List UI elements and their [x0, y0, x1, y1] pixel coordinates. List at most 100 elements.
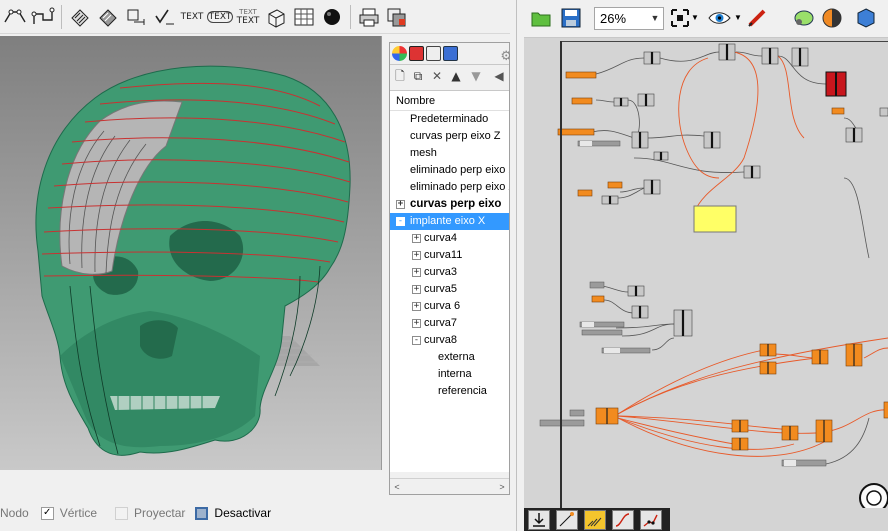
panel-tabs: ⚙ — [390, 43, 512, 65]
bake-icon[interactable] — [792, 7, 814, 29]
layer-name: implante eixo X — [410, 215, 486, 227]
osnap-vertice-checkbox[interactable]: ✓ — [40, 506, 54, 520]
more-tools-icon[interactable]: ◀ — [492, 69, 506, 83]
osnap-desactivar-label[interactable]: Desactivar — [214, 506, 271, 520]
wire-curve-icon[interactable] — [612, 510, 634, 530]
layer-row[interactable]: + curva7 — [390, 315, 509, 332]
help-tab-icon[interactable] — [443, 46, 458, 61]
hatch-icon[interactable] — [67, 4, 93, 30]
curve-from-point-icon[interactable] — [2, 4, 28, 30]
grasshopper-canvas[interactable] — [524, 38, 888, 508]
save-file-icon[interactable] — [560, 7, 582, 29]
collapse-icon[interactable]: - — [412, 336, 421, 345]
layer-row[interactable]: + curva 6 — [390, 298, 509, 315]
osnap-proyectar-label[interactable]: Proyectar — [134, 506, 185, 520]
osnap-desactivar-checkbox[interactable] — [195, 506, 209, 520]
expand-icon[interactable]: + — [412, 302, 421, 311]
hatch-pattern-icon[interactable] — [95, 4, 121, 30]
zoom-extents-dropdown-icon[interactable]: ▼ — [691, 7, 701, 29]
layer-name: Predeterminado — [410, 113, 489, 125]
layer-column-header[interactable]: Nombre — [390, 91, 509, 111]
layer-name: interna — [438, 368, 472, 380]
wire-polyline-icon[interactable] — [640, 510, 662, 530]
zoom-level-dropdown[interactable]: 26% ▼ — [594, 7, 664, 30]
wire-pointer-icon[interactable] — [556, 510, 578, 530]
expand-icon[interactable]: + — [412, 319, 421, 328]
layer-list: Nombre Predeterminado curvas perp eixo Z m… — [390, 90, 509, 472]
print-icon[interactable] — [356, 4, 382, 30]
sketch-icon[interactable] — [746, 7, 768, 29]
layers-toolbar: 🗋 ⧉ ✕ ▲ ▼ ◀ — [390, 66, 509, 86]
toolbar-separator — [61, 4, 62, 29]
osnap-vertice-label[interactable]: Vértice — [60, 506, 97, 520]
layer-row[interactable]: - implante eixo X — [390, 213, 509, 230]
layer-name: eliminado perp eixo Z — [410, 181, 509, 193]
osnap-proyectar-checkbox[interactable] — [115, 506, 129, 520]
perspective-viewport[interactable] — [0, 36, 382, 470]
curve-network-icon[interactable] — [30, 4, 56, 30]
text-dot-icon[interactable]: TEXT — [206, 4, 234, 30]
download-icon[interactable] — [528, 510, 550, 530]
layer-row[interactable]: eliminado perp eixo Z — [390, 179, 509, 196]
app-root: TEXT TEXT TEXT TEXT Nodo ✓ Vértice Proye… — [0, 0, 888, 531]
expand-icon[interactable]: + — [396, 200, 405, 209]
expand-icon[interactable]: + — [412, 251, 421, 260]
text-icon[interactable]: TEXT — [179, 4, 205, 30]
layer-name: referencia — [438, 385, 487, 397]
layer-row[interactable]: interna — [390, 366, 509, 383]
osnap-nodo-label[interactable]: Nodo — [0, 506, 29, 520]
layout-icon[interactable] — [384, 4, 410, 30]
material-icon[interactable] — [854, 7, 876, 29]
new-sublayer-icon[interactable]: ⧉ — [411, 69, 425, 83]
layer-row[interactable]: + curva5 — [390, 281, 509, 298]
layer-name: curva4 — [424, 232, 458, 244]
layer-row[interactable]: + curva3 — [390, 264, 509, 281]
delete-layer-icon[interactable]: ✕ — [430, 69, 444, 83]
sphere-icon[interactable] — [319, 4, 345, 30]
layer-row[interactable]: + curvas perp eixo — [390, 196, 509, 213]
scroll-right-icon[interactable]: > — [495, 479, 509, 495]
wire-default-icon[interactable] — [584, 510, 606, 530]
properties-tab-icon[interactable] — [392, 46, 407, 61]
measure-icon[interactable] — [123, 4, 149, 30]
toolbar-separator — [350, 4, 351, 29]
layer-name: curva3 — [424, 266, 458, 278]
text-object-icon[interactable]: TEXT TEXT — [235, 4, 261, 30]
layer-name: curva7 — [424, 317, 458, 329]
move-down-icon[interactable]: ▼ — [469, 69, 483, 83]
preview-eye-icon[interactable] — [708, 7, 731, 29]
shaded-preview-icon[interactable] — [820, 7, 842, 29]
layer-row[interactable]: + curva11 — [390, 247, 509, 264]
move-up-icon[interactable]: ▲ — [449, 69, 463, 83]
grid-icon[interactable] — [291, 4, 317, 30]
preview-dropdown-icon[interactable]: ▼ — [734, 7, 744, 29]
expand-icon[interactable]: + — [412, 285, 421, 294]
canvas-frame-top — [560, 41, 888, 42]
expand-icon[interactable]: + — [412, 234, 421, 243]
layer-row[interactable]: Predeterminado — [390, 111, 509, 128]
collapse-icon[interactable]: - — [396, 217, 405, 226]
new-layer-icon[interactable]: 🗋 — [393, 69, 407, 83]
grasshopper-toolbar: 26% ▼ ▼ ▼ — [524, 0, 888, 38]
layer-row[interactable]: referencia — [390, 383, 509, 400]
expand-icon[interactable]: + — [412, 268, 421, 277]
box-icon[interactable] — [263, 4, 289, 30]
check-icon[interactable] — [151, 4, 177, 30]
open-file-icon[interactable] — [530, 7, 552, 29]
display-tab-icon[interactable] — [426, 46, 441, 61]
text-icon-label: TEXT — [180, 11, 204, 22]
window-divider[interactable] — [510, 0, 524, 531]
layer-row[interactable]: + curva4 — [390, 230, 509, 247]
rhino-toolbar: TEXT TEXT TEXT TEXT — [0, 0, 520, 34]
layer-row[interactable]: curvas perp eixo Z — [390, 128, 509, 145]
scroll-left-icon[interactable]: < — [390, 479, 404, 495]
layer-row[interactable]: mesh — [390, 145, 509, 162]
layer-row[interactable]: - curva8 — [390, 332, 509, 349]
zoom-extents-icon[interactable] — [669, 7, 691, 29]
canvas-frame-left — [560, 41, 562, 508]
layers-tab-icon[interactable] — [409, 46, 424, 61]
layer-row[interactable]: externa — [390, 349, 509, 366]
layer-horizontal-scrollbar[interactable]: < > — [390, 478, 509, 494]
layer-name: eliminado perp eixo X — [410, 164, 509, 176]
layer-row[interactable]: eliminado perp eixo X — [390, 162, 509, 179]
